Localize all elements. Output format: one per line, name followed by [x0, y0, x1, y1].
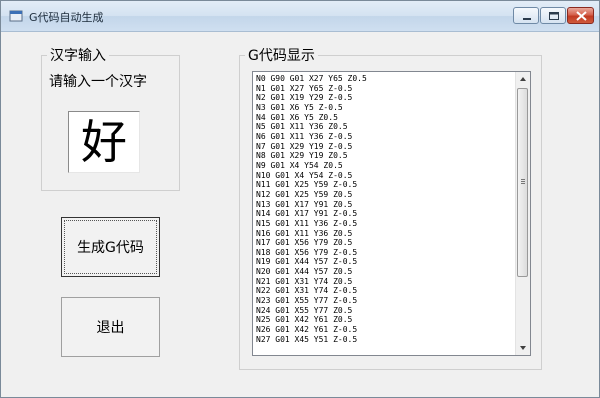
- gcode-line: N21 G01 X31 Y74 Z0.5: [256, 276, 353, 286]
- gcode-line: N9 G01 X4 Y54 Z0.5: [256, 160, 343, 170]
- gcode-listbox[interactable]: N0 G90 G01 X27 Y65 Z0.5 N1 G01 X27 Y65 Z-…: [252, 71, 531, 356]
- app-window: G代码自动生成 汉字输入 请输入一个汉字 好 生成G代码 退出 G代码显示 N0…: [0, 0, 600, 398]
- gcode-line: N14 G01 X17 Y91 Z-0.5: [256, 209, 358, 219]
- gcode-line: N4 G01 X6 Y5 Z0.5: [256, 112, 338, 122]
- gcode-line: N3 G01 X6 Y5 Z-0.5: [256, 102, 343, 112]
- scroll-up-icon[interactable]: [516, 72, 530, 86]
- char-input[interactable]: 好: [68, 111, 140, 173]
- gcode-line: N7 G01 X29 Y19 Z-0.5: [256, 141, 353, 151]
- output-group-legend: G代码显示: [248, 48, 315, 64]
- exit-button-label: 退出: [96, 320, 125, 336]
- gcode-line: N13 G01 X17 Y91 Z0.5: [256, 199, 353, 209]
- gcode-line: N27 G01 X45 Y51 Z-0.5: [256, 334, 358, 344]
- minimize-button[interactable]: [513, 7, 539, 24]
- gcode-line: N19 G01 X44 Y57 Z-0.5: [256, 257, 358, 267]
- gcode-line: N12 G01 X25 Y59 Z0.5: [256, 189, 353, 199]
- gcode-line: N6 G01 X11 Y36 Z-0.5: [256, 131, 353, 141]
- gcode-lines: N0 G90 G01 X27 Y65 Z0.5 N1 G01 X27 Y65 Z-…: [256, 74, 367, 344]
- app-icon: [9, 10, 23, 22]
- gcode-line: N24 G01 X55 Y77 Z0.5: [256, 305, 353, 315]
- generate-button-label: 生成G代码: [77, 240, 144, 256]
- gcode-line: N20 G01 X44 Y57 Z0.5: [256, 267, 353, 277]
- exit-button[interactable]: 退出: [61, 297, 160, 357]
- close-button[interactable]: [567, 7, 594, 24]
- maximize-button[interactable]: [540, 7, 566, 24]
- gcode-line: N15 G01 X11 Y36 Z-0.5: [256, 218, 358, 228]
- gcode-line: N22 G01 X31 Y74 Z-0.5: [256, 286, 358, 296]
- scroll-down-icon[interactable]: [516, 341, 530, 355]
- generate-button[interactable]: 生成G代码: [61, 217, 160, 277]
- gcode-line: N2 G01 X19 Y29 Z-0.5: [256, 93, 353, 103]
- gcode-line: N25 G01 X42 Y61 Z0.5: [256, 315, 353, 325]
- gcode-line: N0 G90 G01 X27 Y65 Z0.5: [256, 74, 367, 83]
- input-group-legend: 汉字输入: [50, 48, 106, 64]
- gcode-line: N8 G01 X29 Y19 Z0.5: [256, 151, 348, 161]
- title-bar[interactable]: G代码自动生成: [1, 1, 599, 32]
- gcode-line: N23 G01 X55 Y77 Z-0.5: [256, 296, 358, 306]
- vertical-scrollbar[interactable]: [515, 72, 530, 355]
- gcode-line: N10 G01 X4 Y54 Z-0.5: [256, 170, 353, 180]
- gcode-line: N18 G01 X56 Y79 Z-0.5: [256, 247, 358, 257]
- gcode-line: N17 G01 X56 Y79 Z0.5: [256, 238, 353, 248]
- gcode-line: N1 G01 X27 Y65 Z-0.5: [256, 83, 353, 93]
- gcode-line: N11 G01 X25 Y59 Z-0.5: [256, 180, 358, 190]
- maximize-icon: [549, 12, 559, 20]
- window-title: G代码自动生成: [29, 11, 104, 24]
- scroll-thumb[interactable]: [517, 88, 528, 277]
- minimize-icon: [523, 18, 531, 20]
- gcode-line: N5 G01 X11 Y36 Z0.5: [256, 122, 348, 132]
- close-icon: [576, 11, 587, 21]
- gcode-line: N26 G01 X42 Y61 Z-0.5: [256, 325, 358, 335]
- gcode-line: N16 G01 X11 Y36 Z0.5: [256, 228, 353, 238]
- input-hint: 请输入一个汉字: [49, 74, 147, 90]
